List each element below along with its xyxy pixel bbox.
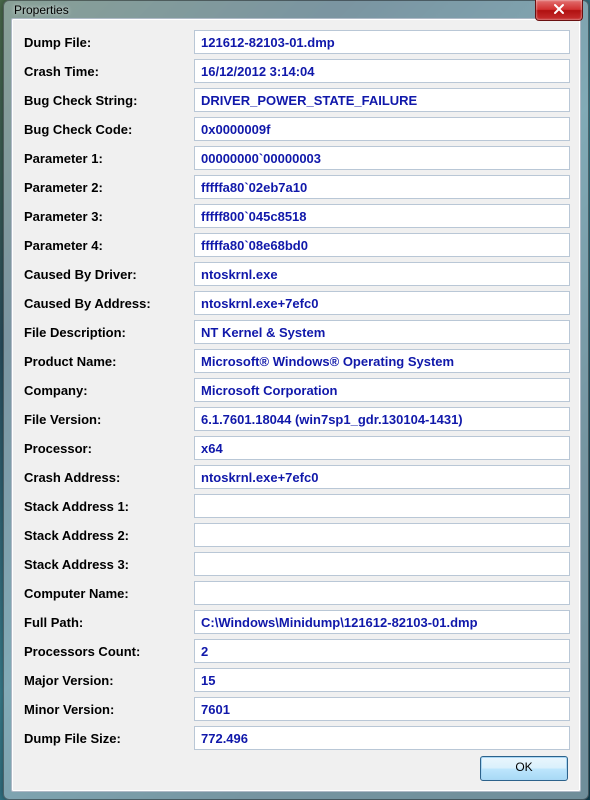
field-label: Computer Name:: [22, 586, 194, 601]
titlebar[interactable]: Properties: [4, 1, 588, 18]
close-button[interactable]: [535, 0, 583, 21]
field-value[interactable]: [194, 59, 570, 83]
field-label: Parameter 2:: [22, 180, 194, 195]
field-row: Caused By Address:: [22, 290, 570, 316]
field-row: Stack Address 1:: [22, 493, 570, 519]
field-row: Product Name:: [22, 348, 570, 374]
window-title: Properties: [14, 3, 69, 17]
field-value[interactable]: [194, 378, 570, 402]
field-row: Dump File:: [22, 29, 570, 55]
field-label: Stack Address 3:: [22, 557, 194, 572]
field-value[interactable]: [194, 494, 570, 518]
field-label: Caused By Driver:: [22, 267, 194, 282]
field-label: Stack Address 1:: [22, 499, 194, 514]
field-value[interactable]: [194, 146, 570, 170]
properties-window: Properties Dump File: Crash Time: Bug Chec…: [3, 0, 589, 800]
field-label: Full Path:: [22, 615, 194, 630]
field-label: Company:: [22, 383, 194, 398]
field-row: Parameter 1:: [22, 145, 570, 171]
field-value[interactable]: [194, 436, 570, 460]
field-value[interactable]: [194, 117, 570, 141]
field-value[interactable]: [194, 175, 570, 199]
field-row: Crash Time:: [22, 58, 570, 84]
field-row: Stack Address 3:: [22, 551, 570, 577]
field-value[interactable]: [194, 465, 570, 489]
field-label: Processors Count:: [22, 644, 194, 659]
field-label: Minor Version:: [22, 702, 194, 717]
field-label: Stack Address 2:: [22, 528, 194, 543]
field-label: Major Version:: [22, 673, 194, 688]
field-row: Company:: [22, 377, 570, 403]
field-row: Bug Check String:: [22, 87, 570, 113]
field-label: Dump File Size:: [22, 731, 194, 746]
button-row: OK: [22, 751, 570, 785]
field-row: Stack Address 2:: [22, 522, 570, 548]
fields-container: Dump File: Crash Time: Bug Check String: Bu…: [22, 29, 570, 751]
field-value[interactable]: [194, 726, 570, 750]
field-label: Parameter 3:: [22, 209, 194, 224]
field-row: File Version:: [22, 406, 570, 432]
field-value[interactable]: [194, 639, 570, 663]
field-value[interactable]: [194, 88, 570, 112]
field-row: Processors Count:: [22, 638, 570, 664]
field-label: Crash Time:: [22, 64, 194, 79]
field-value[interactable]: [194, 320, 570, 344]
field-value[interactable]: [194, 349, 570, 373]
field-value[interactable]: [194, 668, 570, 692]
field-row: Processor:: [22, 435, 570, 461]
field-label: Parameter 1:: [22, 151, 194, 166]
ok-button[interactable]: OK: [480, 756, 568, 781]
field-row: Crash Address:: [22, 464, 570, 490]
field-label: Crash Address:: [22, 470, 194, 485]
field-value[interactable]: [194, 204, 570, 228]
field-row: Dump File Size:: [22, 725, 570, 751]
field-value[interactable]: [194, 30, 570, 54]
field-row: Major Version:: [22, 667, 570, 693]
field-row: File Description:: [22, 319, 570, 345]
field-row: Parameter 3:: [22, 203, 570, 229]
field-row: Bug Check Code:: [22, 116, 570, 142]
field-value[interactable]: [194, 262, 570, 286]
field-row: Caused By Driver:: [22, 261, 570, 287]
field-label: Caused By Address:: [22, 296, 194, 311]
field-value[interactable]: [194, 233, 570, 257]
field-value[interactable]: [194, 291, 570, 315]
field-row: Full Path:: [22, 609, 570, 635]
field-label: Bug Check String:: [22, 93, 194, 108]
field-value[interactable]: [194, 552, 570, 576]
field-row: Parameter 2:: [22, 174, 570, 200]
field-label: Processor:: [22, 441, 194, 456]
field-label: Parameter 4:: [22, 238, 194, 253]
field-label: File Description:: [22, 325, 194, 340]
field-value[interactable]: [194, 407, 570, 431]
field-label: Bug Check Code:: [22, 122, 194, 137]
field-label: Dump File:: [22, 35, 194, 50]
field-value[interactable]: [194, 697, 570, 721]
field-label: Product Name:: [22, 354, 194, 369]
field-row: Computer Name:: [22, 580, 570, 606]
field-value[interactable]: [194, 581, 570, 605]
client-area: Dump File: Crash Time: Bug Check String: Bu…: [11, 18, 581, 792]
field-value[interactable]: [194, 610, 570, 634]
field-row: Minor Version:: [22, 696, 570, 722]
field-value[interactable]: [194, 523, 570, 547]
field-row: Parameter 4:: [22, 232, 570, 258]
field-label: File Version:: [22, 412, 194, 427]
close-icon: [553, 0, 565, 18]
